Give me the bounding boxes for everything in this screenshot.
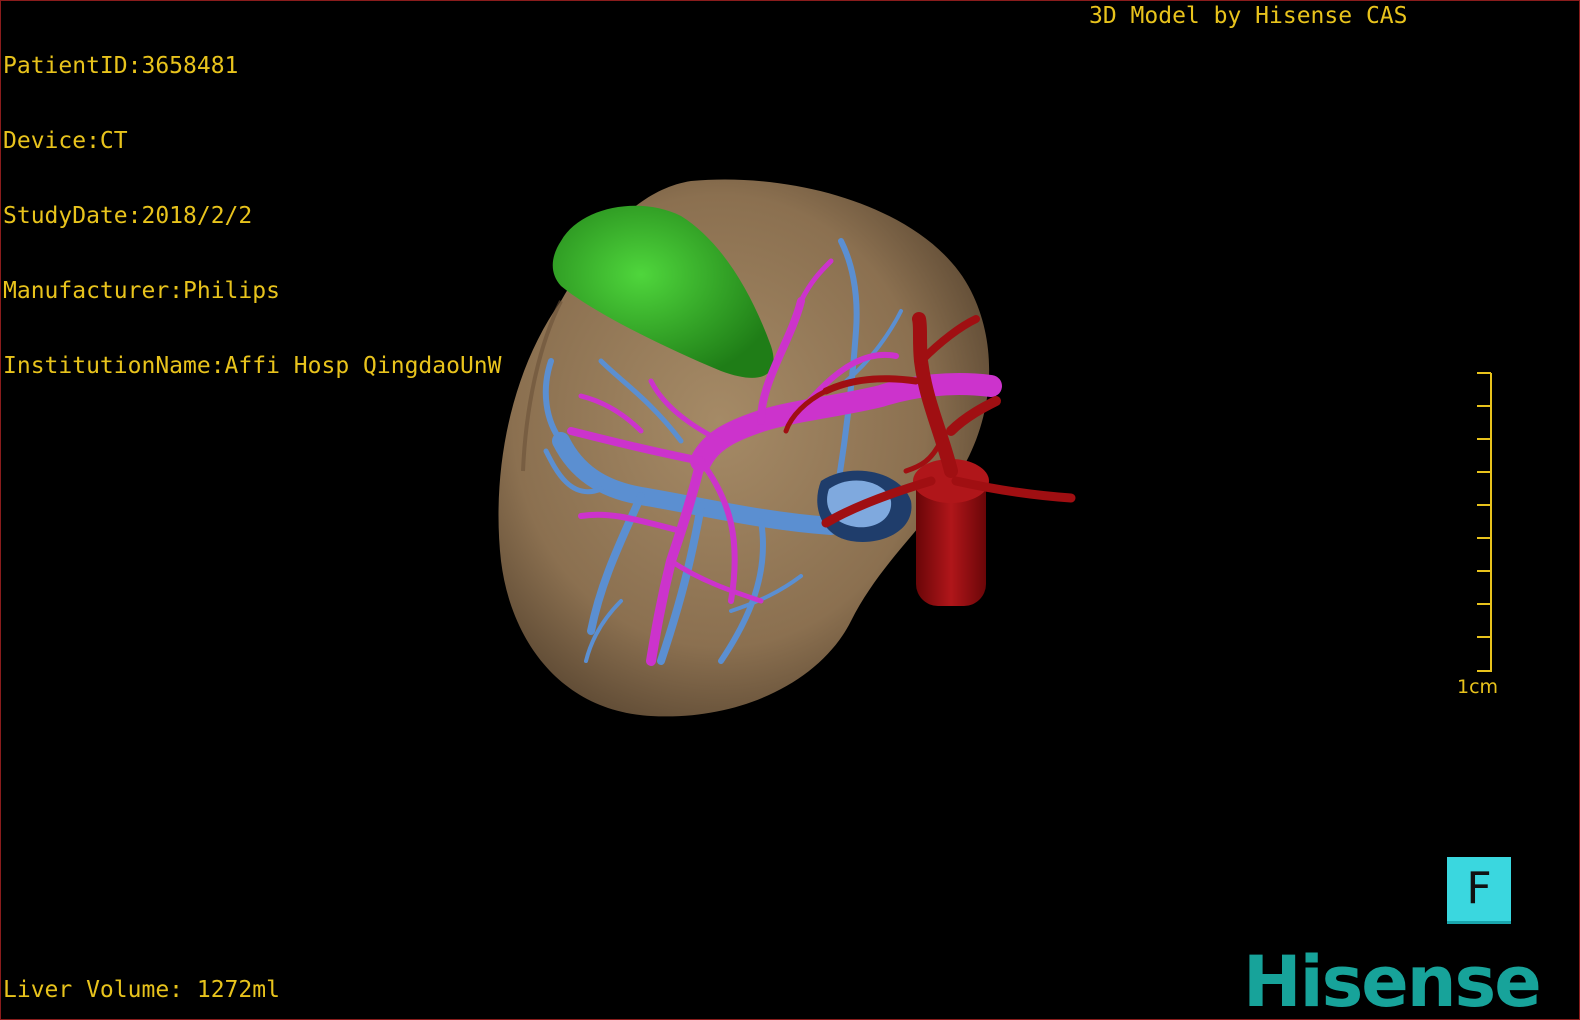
patient-info-overlay: PatientID:3658481 Device:CT StudyDate:20… (3, 4, 502, 429)
patient-id: PatientID:3658481 (3, 53, 239, 79)
3d-viewport[interactable]: PatientID:3658481 Device:CT StudyDate:20… (0, 0, 1580, 1020)
liver-volume: Liver Volume: 1272ml (3, 977, 280, 1003)
institution-name: InstitutionName:Affi Hosp QingdaoUnW (3, 353, 502, 379)
orientation-cube[interactable]: F (1447, 857, 1511, 921)
scale-bar-label: 1cm (1457, 676, 1499, 698)
manufacturer: Manufacturer:Philips (3, 278, 280, 304)
model-credit: 3D Model by Hisense CAS (1089, 3, 1408, 29)
hisense-logo: Hisense (1243, 941, 1542, 1020)
study-date: StudyDate:2018/2/2 (3, 203, 253, 229)
scale-bar (1477, 372, 1492, 672)
device: Device:CT (3, 128, 128, 154)
